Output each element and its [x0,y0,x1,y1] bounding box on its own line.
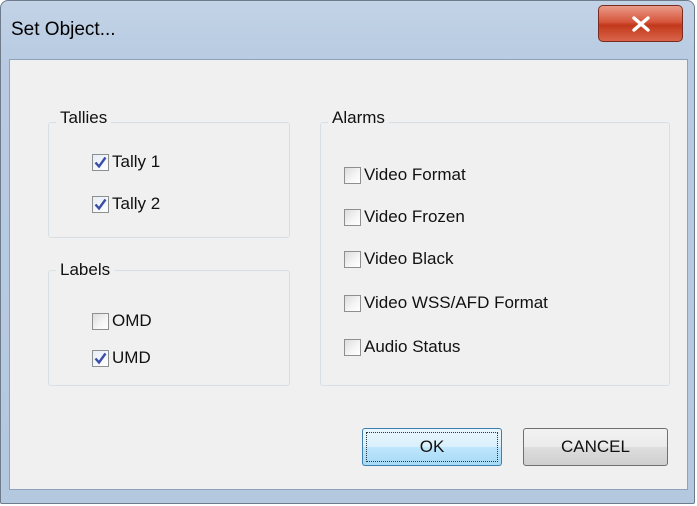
video-black-checkbox[interactable]: Video Black [344,249,453,269]
checkbox-box[interactable] [344,208,361,226]
checkmark-icon [94,198,107,210]
window-title: Set Object... [11,19,116,40]
tally-1-label: Tally 1 [112,152,161,171]
video-wss-afd-format-label: Video WSS/AFD Format [364,293,548,312]
cancel-button[interactable]: CANCEL [523,428,668,466]
checkbox-box[interactable] [92,349,109,367]
ok-button[interactable]: OK [362,428,502,466]
labels-group-title: Labels [56,260,115,280]
audio-status-checkbox[interactable]: Audio Status [344,337,460,357]
tally-2-checkbox[interactable]: Tally 2 [92,194,160,214]
checkbox-box[interactable] [344,338,361,356]
umd-label: UMD [112,348,151,367]
video-format-label: Video Format [364,165,466,184]
alarms-group-title: Alarms [328,108,389,128]
cancel-button-label: CANCEL [561,437,630,456]
tally-2-label: Tally 2 [112,194,161,213]
close-x-icon [631,15,650,32]
umd-checkbox[interactable]: UMD [92,348,151,368]
video-frozen-checkbox[interactable]: Video Frozen [344,207,465,227]
checkbox-box[interactable] [92,312,109,330]
video-black-label: Video Black [364,249,454,268]
video-format-checkbox[interactable]: Video Format [344,165,466,185]
checkbox-box[interactable] [344,166,361,184]
focus-ring [366,432,498,462]
checkbox-box[interactable] [344,250,361,268]
checkmark-icon [94,352,107,364]
video-frozen-label: Video Frozen [364,207,465,226]
checkbox-box[interactable] [92,153,109,171]
labels-group [48,270,290,386]
checkbox-box[interactable] [92,195,109,213]
video-wss-afd-format-checkbox[interactable]: Video WSS/AFD Format [344,293,548,313]
tallies-group [48,122,290,238]
omd-label: OMD [112,311,152,330]
tallies-group-title: Tallies [56,108,112,128]
tally-1-checkbox[interactable]: Tally 1 [92,152,160,172]
dialog-content: Tallies Tally 1 Tally 2 Labels OMD UMD A… [9,59,688,490]
checkbox-box[interactable] [344,294,361,312]
omd-checkbox[interactable]: OMD [92,311,152,331]
dialog-window: Set Object... Tallies Tally 1 Tally 2 La… [0,0,695,504]
close-button[interactable] [598,5,683,42]
title-bar[interactable]: Set Object... [1,1,694,59]
checkmark-icon [94,156,107,168]
audio-status-label: Audio Status [364,337,461,356]
